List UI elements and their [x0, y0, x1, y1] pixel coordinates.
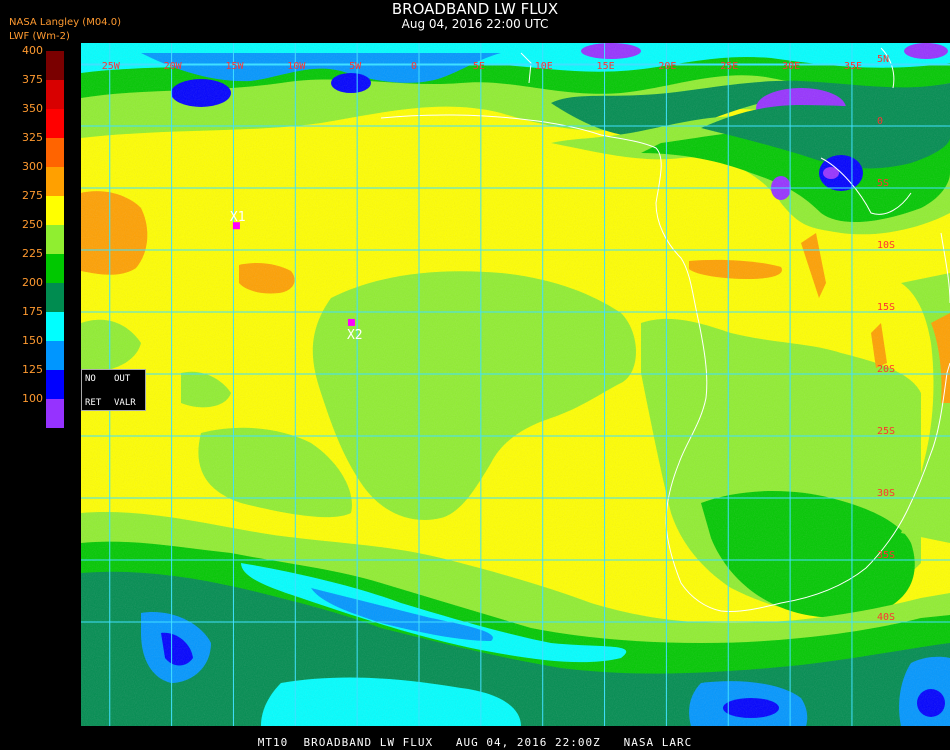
latitude-label: 10S	[877, 240, 895, 251]
map-subtitle: Aug 04, 2016 22:00 UTC	[401, 17, 549, 31]
units-label: LWF (Wm-2)	[9, 31, 70, 42]
latitude-label: 25S	[877, 426, 895, 437]
latitude-label: 30S	[877, 488, 895, 499]
legend-tick: 400	[22, 44, 43, 57]
status-valr: VALR	[114, 398, 136, 408]
legend-swatch-4	[46, 167, 64, 196]
longitude-label: 5E	[473, 61, 485, 72]
legend-color-bar	[46, 51, 64, 428]
footer-caption: MT10 BROADBAND LW FLUX AUG 04, 2016 22:0…	[257, 736, 693, 749]
legend-tick: 225	[22, 247, 43, 260]
legend-swatch-0	[46, 51, 64, 80]
latitude-label: 35S	[877, 550, 895, 561]
legend-tick: 150	[22, 334, 43, 347]
legend-tick: 325	[22, 131, 43, 144]
longitude-label: 5W	[349, 61, 362, 72]
legend-tick: 200	[22, 276, 43, 289]
legend-swatch-5	[46, 196, 64, 225]
legend-swatch-11	[46, 370, 64, 399]
latitude-label: 5S	[877, 178, 889, 189]
legend-swatch-1	[46, 80, 64, 109]
site-marker-x2	[347, 318, 355, 326]
longitude-label: 30E	[782, 61, 800, 72]
longitude-label: 10E	[535, 61, 553, 72]
longitude-label: 20E	[658, 61, 676, 72]
legend-swatch-10	[46, 341, 64, 370]
latitude-label: 5N	[877, 54, 889, 65]
longitude-label: 20W	[164, 61, 183, 72]
legend-swatch-12	[46, 399, 64, 428]
latitude-label: 40S	[877, 612, 895, 623]
retrieval-status-box: NO OUT RET VALR	[81, 369, 146, 411]
legend-tick: 175	[22, 305, 43, 318]
longitude-label: 35E	[844, 61, 862, 72]
provider-label: NASA Langley (M04.0)	[9, 17, 121, 28]
status-out: OUT	[114, 374, 131, 384]
longitude-label: 15E	[597, 61, 615, 72]
legend-tick: 100	[22, 392, 43, 405]
legend-swatch-3	[46, 138, 64, 167]
legend-swatch-7	[46, 254, 64, 283]
longitude-label: 0	[411, 61, 417, 72]
legend-tick: 125	[22, 363, 43, 376]
status-no: NO	[85, 374, 96, 384]
latitude-label: 15S	[877, 302, 895, 313]
legend-tick: 275	[22, 189, 43, 202]
longitude-label: 10W	[287, 61, 306, 72]
legend-tick: 250	[22, 218, 43, 231]
legend-swatch-8	[46, 283, 64, 312]
map-title: BROADBAND LW FLUX	[391, 0, 559, 18]
legend-tick: 350	[22, 102, 43, 115]
longitude-label: 15W	[225, 61, 244, 72]
flux-field	[81, 43, 950, 726]
legend-tick: 300	[22, 160, 43, 173]
latitude-label: 20S	[877, 364, 895, 375]
longitude-label: 25W	[102, 61, 121, 72]
flux-map: 25W 20W 15W 10W 5W 0 5E 10E 15E 20E 25E 30E 35E 5N 0 5…	[81, 43, 950, 726]
legend-swatch-6	[46, 225, 64, 254]
site-marker-label: X1	[230, 210, 246, 225]
status-ret: RET	[85, 398, 102, 408]
legend-swatch-9	[46, 312, 64, 341]
longitude-label: 25E	[720, 61, 738, 72]
legend-tick: 375	[22, 73, 43, 86]
legend-swatch-2	[46, 109, 64, 138]
latitude-label: 0	[877, 116, 883, 127]
site-marker-label: X2	[347, 328, 363, 343]
